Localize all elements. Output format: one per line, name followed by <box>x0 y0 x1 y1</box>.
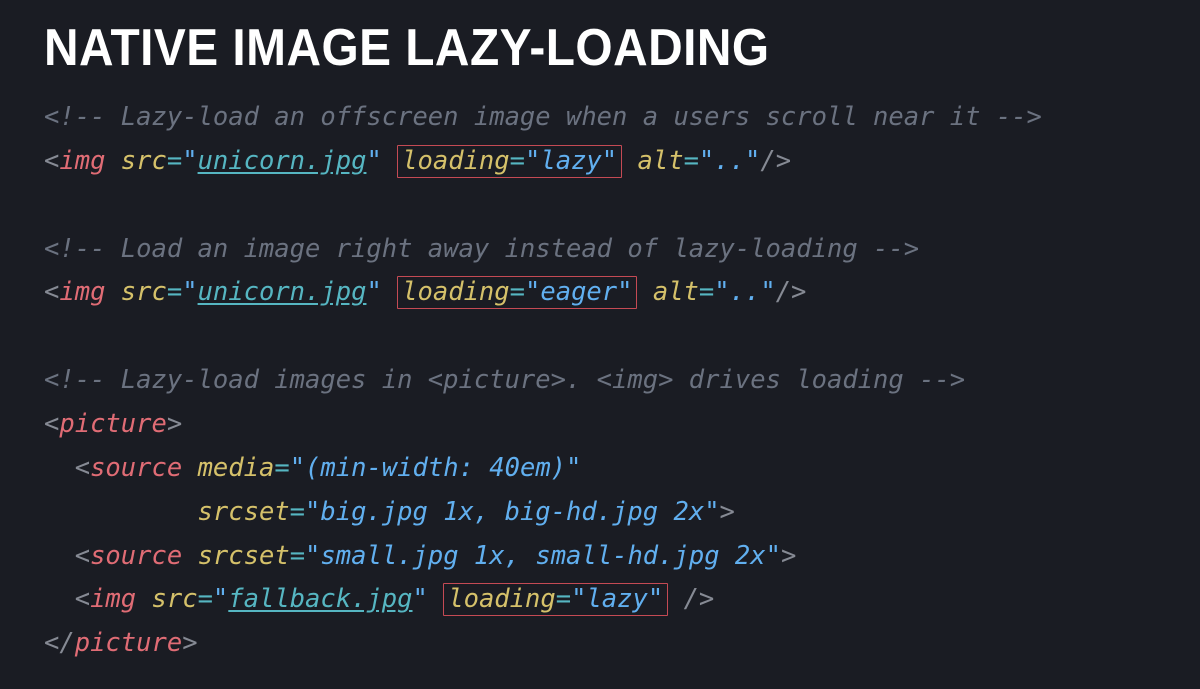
self-close: /> <box>684 584 715 614</box>
tag-picture: picture <box>59 409 166 439</box>
attr-loading: loading <box>448 584 555 614</box>
self-close: /> <box>760 146 791 176</box>
quote: " <box>766 541 781 571</box>
equals: = <box>684 146 699 176</box>
srcset-value: small.jpg 1x, small-hd.jpg 2x <box>320 541 765 571</box>
quote: " <box>602 146 617 176</box>
srcset-value: big.jpg 1x, big-hd.jpg 2x <box>320 497 704 527</box>
attr-srcset: srcset <box>198 541 290 571</box>
quote: " <box>617 277 632 307</box>
attr-alt: alt <box>653 277 699 307</box>
loading-value: eager <box>540 277 617 307</box>
tag-img: img <box>59 146 105 176</box>
alt-value: .. <box>714 146 745 176</box>
quote: " <box>182 146 197 176</box>
equals: = <box>274 453 289 483</box>
slide-title: NATIVE IMAGE LAZY-LOADING <box>44 18 1067 78</box>
quote: " <box>760 277 775 307</box>
media-value: (min-width: 40em) <box>305 453 566 483</box>
angle-open: < <box>75 584 90 614</box>
quote: " <box>305 497 320 527</box>
alt-value: .. <box>730 277 761 307</box>
src-value: unicorn.jpg <box>198 277 367 307</box>
quote: " <box>413 584 428 614</box>
equals: = <box>167 277 182 307</box>
loading-value: lazy <box>540 146 601 176</box>
quote: " <box>566 453 581 483</box>
comment-line: <!-- Lazy-load images in <picture>. <img… <box>44 365 965 395</box>
attr-src: src <box>152 584 198 614</box>
equals: = <box>290 497 305 527</box>
angle-open: < <box>75 453 90 483</box>
tag-picture-close: picture <box>75 628 182 658</box>
equals: = <box>510 146 525 176</box>
angle-open: < <box>44 146 59 176</box>
equals: = <box>198 584 213 614</box>
angle-open: < <box>44 409 59 439</box>
attr-src: src <box>121 277 167 307</box>
quote: " <box>290 453 305 483</box>
angle-open-slash: </ <box>44 628 75 658</box>
equals: = <box>510 277 525 307</box>
self-close: /> <box>776 277 807 307</box>
comment-line: <!-- Load an image right away instead of… <box>44 234 919 264</box>
slide: NATIVE IMAGE LAZY-LOADING <!-- Lazy-load… <box>0 0 1200 666</box>
attr-media: media <box>198 453 275 483</box>
quote: " <box>525 277 540 307</box>
highlight-loading: loading="lazy" <box>397 145 622 178</box>
quote: " <box>525 146 540 176</box>
tag-img: img <box>90 584 136 614</box>
quote: " <box>366 146 381 176</box>
quote: " <box>366 277 381 307</box>
tag-source: source <box>90 453 182 483</box>
quote: " <box>648 584 663 614</box>
angle-close: > <box>167 409 182 439</box>
attr-loading: loading <box>402 277 509 307</box>
src-value: unicorn.jpg <box>198 146 367 176</box>
attr-alt: alt <box>638 146 684 176</box>
equals: = <box>167 146 182 176</box>
quote: " <box>704 497 719 527</box>
quote: " <box>571 584 586 614</box>
angle-close: > <box>720 497 735 527</box>
angle-open: < <box>75 541 90 571</box>
comment-line: <!-- Lazy-load an offscreen image when a… <box>44 102 1042 132</box>
attr-src: src <box>121 146 167 176</box>
loading-value: lazy <box>586 584 647 614</box>
tag-img: img <box>59 277 105 307</box>
quote: " <box>182 277 197 307</box>
quote: " <box>699 146 714 176</box>
quote: " <box>714 277 729 307</box>
highlight-loading: loading="lazy" <box>443 583 668 616</box>
angle-open: < <box>44 277 59 307</box>
attr-loading: loading <box>402 146 509 176</box>
quote: " <box>213 584 228 614</box>
tag-source: source <box>90 541 182 571</box>
attr-srcset: srcset <box>198 497 290 527</box>
equals: = <box>699 277 714 307</box>
equals: = <box>556 584 571 614</box>
quote: " <box>305 541 320 571</box>
code-block: <!-- Lazy-load an offscreen image when a… <box>44 96 1156 666</box>
highlight-loading: loading="eager" <box>397 276 637 309</box>
equals: = <box>290 541 305 571</box>
src-value: fallback.jpg <box>228 584 412 614</box>
angle-close: > <box>781 541 796 571</box>
quote: " <box>745 146 760 176</box>
angle-close: > <box>182 628 197 658</box>
